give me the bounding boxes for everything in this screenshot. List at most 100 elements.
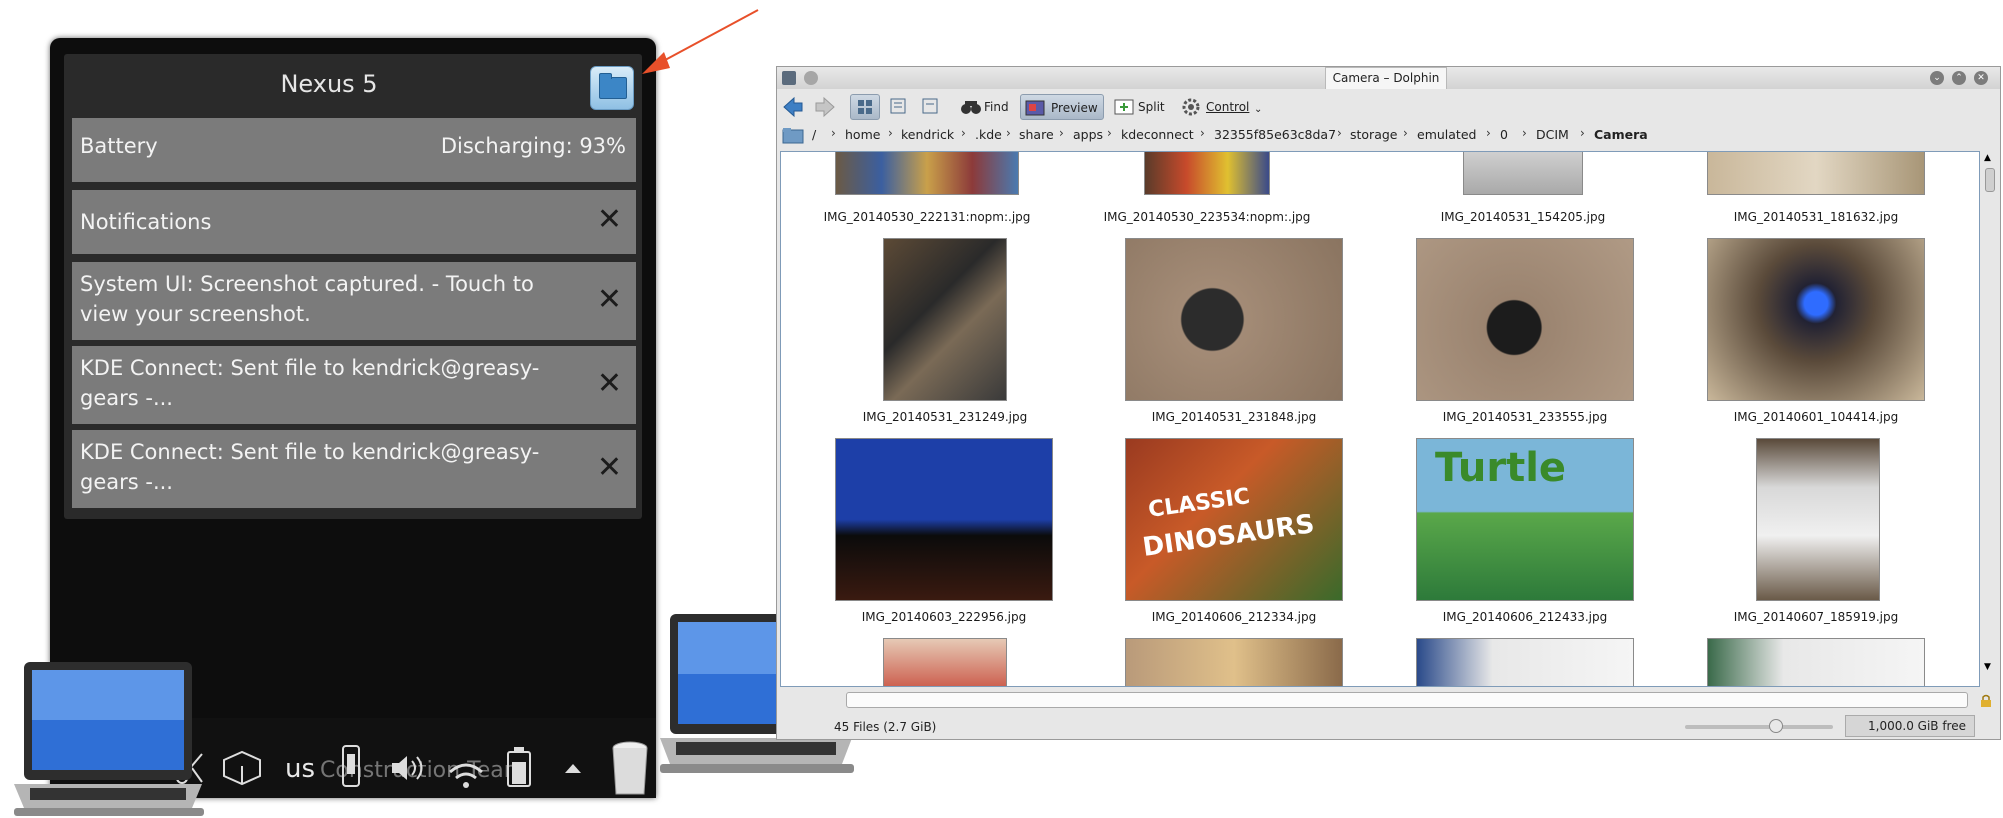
image-thumbnail[interactable] bbox=[1416, 638, 1634, 686]
volume-icon[interactable] bbox=[388, 752, 428, 784]
close-window-icon[interactable]: ✕ bbox=[1974, 71, 1988, 85]
back-icon[interactable] bbox=[782, 96, 804, 118]
image-thumbnail[interactable]: CLASSIC DINOSAURS bbox=[1125, 438, 1343, 601]
file-view[interactable]: IMG_20140530_222131:nopm:.jpg IMG_201405… bbox=[780, 151, 1980, 687]
dismiss-notification-icon[interactable]: ✕ bbox=[597, 366, 622, 401]
tray-expand-icon[interactable] bbox=[562, 760, 584, 776]
battery-status: Discharging: 93% bbox=[440, 134, 626, 158]
compact-view-button[interactable] bbox=[884, 94, 912, 120]
image-thumbnail[interactable] bbox=[1707, 238, 1925, 401]
scroll-down-icon[interactable]: ▼ bbox=[1984, 662, 1991, 672]
keep-above-icon[interactable] bbox=[804, 71, 818, 85]
split-label: Split bbox=[1138, 100, 1165, 114]
lock-icon[interactable] bbox=[1980, 694, 1992, 708]
file-name[interactable]: IMG_20140531_231848.jpg bbox=[1114, 410, 1354, 424]
breadcrumb-apps[interactable]: apps bbox=[1073, 127, 1103, 142]
breadcrumb-home[interactable]: home bbox=[845, 127, 880, 142]
breadcrumb-storage[interactable]: storage bbox=[1350, 127, 1398, 142]
breadcrumb-root[interactable]: / bbox=[812, 127, 816, 142]
image-thumbnail[interactable] bbox=[1125, 638, 1343, 686]
gear-icon bbox=[1182, 98, 1200, 116]
breadcrumb-camera[interactable]: Camera bbox=[1594, 127, 1648, 142]
notification-text: System UI: Screenshot captured. - Touch … bbox=[80, 272, 534, 326]
file-name[interactable]: IMG_20140606_212433.jpg bbox=[1405, 610, 1645, 624]
keyboard-layout-indicator[interactable]: us bbox=[285, 754, 315, 784]
image-thumbnail[interactable] bbox=[1416, 238, 1634, 401]
preview-button[interactable]: Preview bbox=[1020, 94, 1104, 120]
breadcrumb-separator: › bbox=[1486, 126, 1491, 140]
compact-view-icon bbox=[890, 98, 906, 114]
breadcrumb-kdeconnect[interactable]: kdeconnect bbox=[1121, 127, 1194, 142]
file-name[interactable]: IMG_20140530_223534:nopm:.jpg bbox=[1087, 210, 1327, 224]
image-thumbnail[interactable] bbox=[883, 638, 1007, 686]
find-button[interactable]: Find bbox=[958, 94, 1016, 120]
filter-input[interactable] bbox=[846, 692, 1968, 708]
control-label: Control bbox=[1206, 100, 1250, 114]
image-thumbnail[interactable]: Turtle bbox=[1416, 438, 1634, 601]
notification-text: KDE Connect: Sent file to kendrick@greas… bbox=[80, 356, 540, 410]
breadcrumb-separator: › bbox=[888, 126, 893, 140]
details-view-button[interactable] bbox=[916, 94, 944, 120]
image-thumbnail[interactable] bbox=[883, 238, 1007, 401]
file-name[interactable]: IMG_20140601_104414.jpg bbox=[1696, 410, 1936, 424]
image-thumbnail[interactable] bbox=[1707, 638, 1925, 686]
file-name[interactable]: IMG_20140531_181632.jpg bbox=[1696, 210, 1936, 224]
icons-view-button[interactable] bbox=[850, 94, 880, 120]
split-icon bbox=[1114, 99, 1134, 115]
notification-item: KDE Connect: Sent file to kendrick@greas… bbox=[72, 346, 636, 424]
file-name[interactable]: IMG_20140607_185919.jpg bbox=[1696, 610, 1936, 624]
breadcrumb-kde[interactable]: .kde bbox=[975, 127, 1002, 142]
breadcrumb-separator: › bbox=[1337, 126, 1342, 140]
device-name: Nexus 5 bbox=[280, 70, 378, 98]
file-name[interactable]: IMG_20140531_231249.jpg bbox=[825, 410, 1065, 424]
breadcrumb-emulated[interactable]: emulated bbox=[1417, 127, 1476, 142]
annotation-arrow bbox=[642, 9, 759, 74]
file-name[interactable]: IMG_20140531_154205.jpg bbox=[1403, 210, 1643, 224]
dismiss-notification-icon[interactable]: ✕ bbox=[597, 282, 622, 317]
phone-icon[interactable] bbox=[340, 744, 362, 788]
scroll-up-icon[interactable]: ▲ bbox=[1984, 153, 1991, 163]
breadcrumb-device-id[interactable]: 32355f85e63c8da7 bbox=[1214, 127, 1336, 142]
window-title: Camera – Dolphin bbox=[1325, 67, 1447, 89]
breadcrumb-separator: › bbox=[1059, 126, 1064, 140]
breadcrumb-separator: › bbox=[1107, 126, 1112, 140]
file-name[interactable]: IMG_20140603_222956.jpg bbox=[824, 610, 1064, 624]
binoculars-icon bbox=[961, 101, 981, 114]
browse-device-button[interactable] bbox=[590, 66, 634, 110]
window-menu-icon[interactable] bbox=[782, 71, 796, 85]
breadcrumb-dcim[interactable]: DCIM bbox=[1536, 127, 1569, 142]
control-button[interactable]: Control ⌄ bbox=[1178, 94, 1264, 120]
preview-icon bbox=[1025, 100, 1045, 116]
zoom-slider-handle[interactable] bbox=[1769, 719, 1783, 733]
breadcrumb-separator: › bbox=[1200, 126, 1205, 140]
image-thumbnail[interactable] bbox=[1463, 152, 1583, 195]
minimize-icon[interactable]: ⌄ bbox=[1930, 71, 1944, 85]
places-icon[interactable] bbox=[782, 127, 804, 145]
forward-icon[interactable] bbox=[814, 96, 836, 118]
split-button[interactable]: Split bbox=[1110, 94, 1172, 120]
image-thumbnail[interactable] bbox=[1125, 238, 1343, 401]
breadcrumb-0[interactable]: 0 bbox=[1500, 127, 1508, 142]
wifi-icon[interactable] bbox=[446, 758, 486, 790]
thumbnail-text: CLASSIC bbox=[1146, 484, 1252, 523]
image-thumbnail[interactable] bbox=[1144, 152, 1270, 195]
trash-icon[interactable] bbox=[610, 740, 650, 798]
image-thumbnail[interactable] bbox=[835, 152, 1019, 195]
zoom-slider[interactable] bbox=[1685, 725, 1833, 729]
scrollbar-thumb[interactable] bbox=[1985, 168, 1995, 192]
breadcrumb-share[interactable]: share bbox=[1019, 127, 1054, 142]
image-thumbnail[interactable] bbox=[1756, 438, 1880, 601]
breadcrumb-kendrick[interactable]: kendrick bbox=[901, 127, 954, 142]
dismiss-all-icon[interactable]: ✕ bbox=[597, 202, 622, 237]
battery-icon[interactable] bbox=[500, 744, 540, 788]
vertical-scrollbar[interactable] bbox=[1983, 151, 1997, 687]
file-name[interactable]: IMG_20140530_222131:nopm:.jpg bbox=[807, 210, 1047, 224]
thumbnail-text: Turtle bbox=[1435, 445, 1567, 491]
file-name[interactable]: IMG_20140531_233555.jpg bbox=[1405, 410, 1645, 424]
dismiss-notification-icon[interactable]: ✕ bbox=[597, 450, 622, 485]
clipboard-icon[interactable] bbox=[220, 748, 264, 788]
file-name[interactable]: IMG_20140606_212334.jpg bbox=[1114, 610, 1354, 624]
image-thumbnail[interactable] bbox=[1707, 152, 1925, 195]
image-thumbnail[interactable] bbox=[835, 438, 1053, 601]
maximize-icon[interactable]: ⌃ bbox=[1952, 71, 1966, 85]
